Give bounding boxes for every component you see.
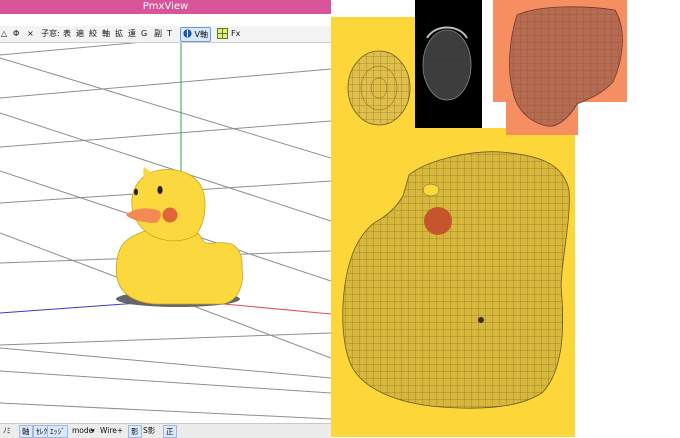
toolbar-item-3[interactable]: 絞 <box>89 26 97 42</box>
toggle-shadow[interactable]: 影 <box>128 425 142 438</box>
toolbar-toggle-nomi[interactable]: ﾉﾐ <box>3 424 11 438</box>
toolbar-item-5[interactable]: 拡 <box>115 26 123 42</box>
toggle-ortho[interactable]: 正 <box>163 425 177 438</box>
toolbar-item-1[interactable]: 表 <box>63 26 71 42</box>
toolbar-item-7[interactable]: G <box>141 26 147 42</box>
toolbar-item-triangle[interactable]: △ <box>1 26 7 42</box>
beak-uv-island <box>509 6 623 127</box>
fx-button[interactable]: Fx <box>231 26 240 42</box>
window-title: PmxView <box>0 0 331 14</box>
grid-icon[interactable] <box>217 28 228 39</box>
toolbar-item-2[interactable]: 遍 <box>76 26 84 42</box>
toggle-edge[interactable]: ｴｯｼﾞ <box>47 425 68 438</box>
globe-icon <box>183 29 192 38</box>
status-bar: ﾉﾐ 軸 ｾﾚｸﾄ ｴｯｼﾞ mode ▾ Wire+ 影 S影 正 <box>0 423 331 438</box>
eye-uv-island <box>347 50 411 126</box>
toolbar: △ Φ × 子窓: 表 遍 絞 軸 拡 遠 G 副 T V軸 Fx <box>0 26 331 43</box>
toolbar-item-8[interactable]: 副 <box>154 26 162 42</box>
toolbar-item-4[interactable]: 軸 <box>102 26 110 42</box>
toggle-axis[interactable]: 軸 <box>19 425 33 438</box>
toolbar-item-phi[interactable]: Φ <box>13 26 19 42</box>
pmx-view-window: PmxView △ Φ × 子窓: 表 遍 絞 軸 拡 遠 G 副 T V軸 F… <box>0 0 331 438</box>
mode-dropdown-icon[interactable]: ▾ <box>91 424 95 438</box>
toolbar-item-close[interactable]: × <box>27 26 34 42</box>
toggle-self-shadow[interactable]: S影 <box>143 424 155 438</box>
v-axis-button[interactable]: V軸 <box>180 27 212 42</box>
wire-plus-button[interactable]: Wire+ <box>100 424 123 438</box>
uv-texture-map <box>331 0 627 437</box>
toolbar-label-subwindow: 子窓: <box>41 29 60 38</box>
toolbar-item-6[interactable]: 遠 <box>128 26 136 42</box>
3d-viewport[interactable] <box>0 43 331 420</box>
toolbar-item-9[interactable]: T <box>167 26 172 42</box>
